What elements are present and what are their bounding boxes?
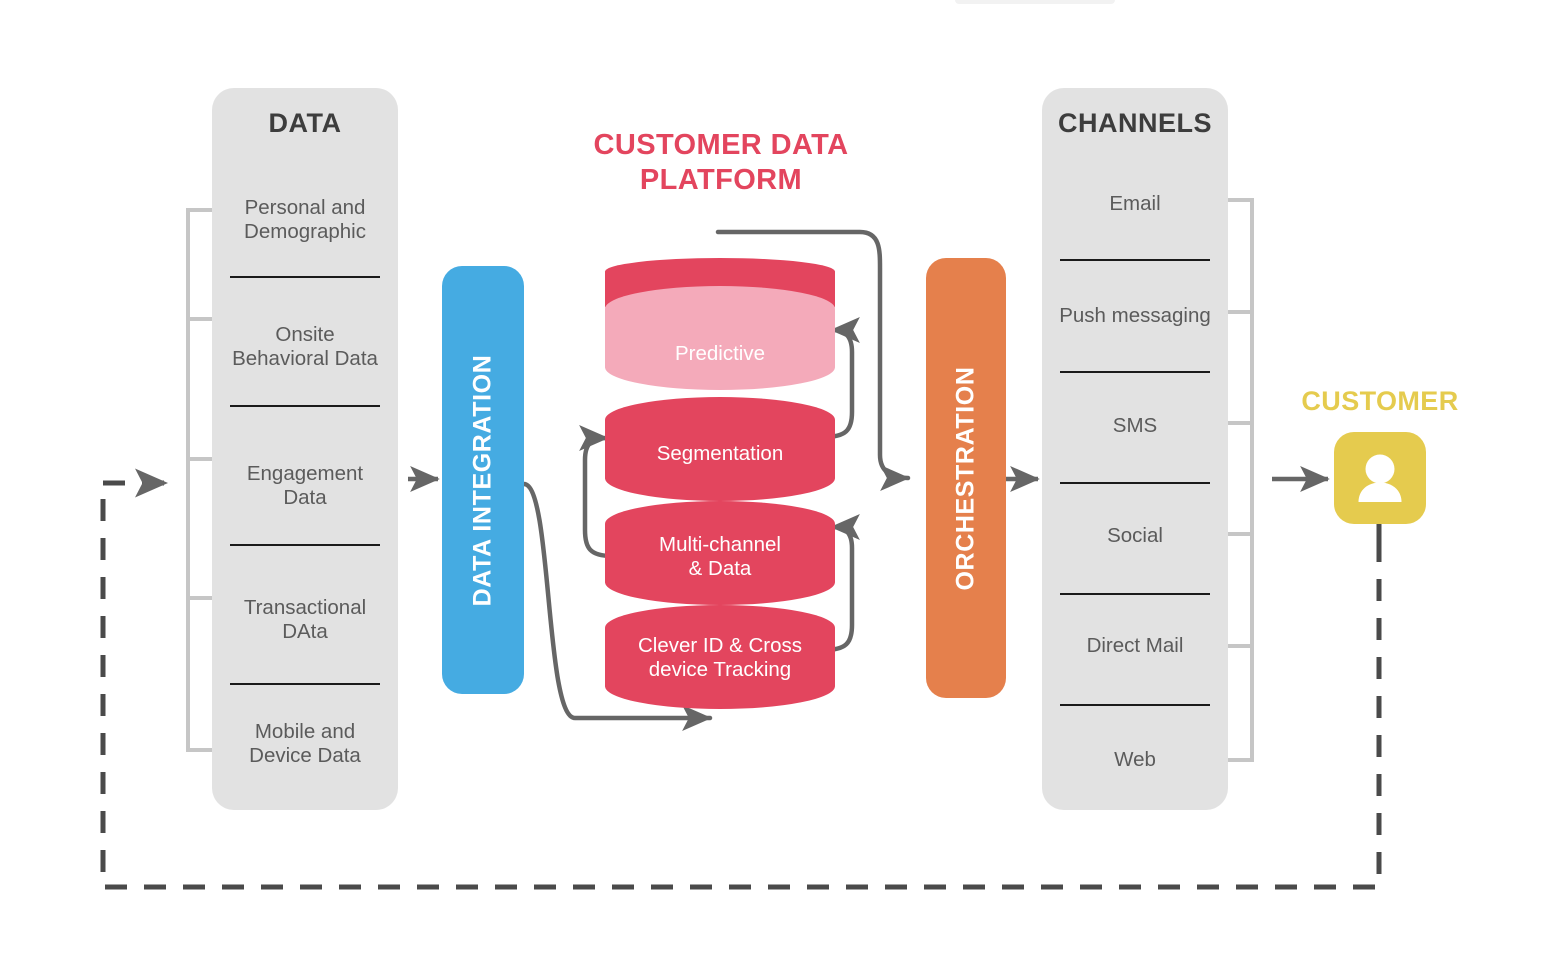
channel-item-email[interactable]: Email — [1042, 192, 1228, 216]
data-item-engagement[interactable]: Engagement Data — [212, 462, 398, 510]
channel-item-social[interactable]: Social — [1042, 524, 1228, 548]
data-integration-label: DATA INTEGRATION — [468, 354, 497, 606]
customer-icon-box[interactable] — [1334, 432, 1426, 524]
orchestration-bar[interactable]: ORCHESTRATION — [926, 258, 1006, 698]
orchestration-label: ORCHESTRATION — [951, 366, 980, 590]
cdp-layer-multichannel-label: Multi-channel & Data — [659, 533, 781, 580]
channel-item-web[interactable]: Web — [1042, 748, 1228, 772]
cdp-title: CUSTOMER DATA PLATFORM — [593, 129, 849, 196]
channel-item-direct-mail[interactable]: Direct Mail — [1042, 634, 1228, 658]
channel-item-push-messaging[interactable]: Push messaging — [1042, 304, 1228, 328]
diagram-canvas: DATA Personal and Demographic Onsite Beh… — [0, 0, 1556, 972]
data-divider-2 — [230, 405, 380, 407]
person-icon — [1358, 454, 1402, 502]
channels-divider-5 — [1060, 704, 1210, 706]
channel-item-sms[interactable]: SMS — [1042, 414, 1228, 438]
cdp-layer-predictive-label: Predictive — [674, 342, 765, 365]
cdp-layer-predictive[interactable] — [605, 286, 835, 390]
data-divider-1 — [230, 276, 380, 278]
channels-right-bracket — [1228, 198, 1254, 762]
data-panel-title: DATA — [268, 108, 342, 138]
channels-divider-1 — [1060, 259, 1210, 261]
data-divider-3 — [230, 544, 380, 546]
data-left-bracket — [186, 208, 212, 752]
data-panel: DATA Personal and Demographic Onsite Beh… — [212, 88, 398, 810]
channels-divider-2 — [1060, 371, 1210, 373]
channels-divider-3 — [1060, 482, 1210, 484]
channels-divider-4 — [1060, 593, 1210, 595]
cdp-layer-clever-id-label: Clever ID & Cross device Tracking — [637, 634, 803, 681]
data-item-mobile-device[interactable]: Mobile and Device Data — [212, 720, 398, 768]
data-item-transactional[interactable]: Transactional DAta — [212, 596, 398, 644]
cdp-cylinder: Predictive Segmentation Multi-channel & … — [605, 258, 835, 709]
data-item-personal-demographic[interactable]: Personal and Demographic — [212, 196, 398, 244]
data-item-onsite-behavioral[interactable]: Onsite Behavioral Data — [212, 323, 398, 371]
data-divider-4 — [230, 683, 380, 685]
data-integration-bar[interactable]: DATA INTEGRATION — [442, 266, 524, 694]
channels-panel-title: CHANNELS — [1057, 108, 1212, 138]
channels-panel: CHANNELS Email Push messaging SMS Social… — [1042, 88, 1228, 810]
customer-title: CUSTOMER — [1301, 386, 1459, 416]
cdp-layer-segmentation-label: Segmentation — [656, 442, 784, 465]
